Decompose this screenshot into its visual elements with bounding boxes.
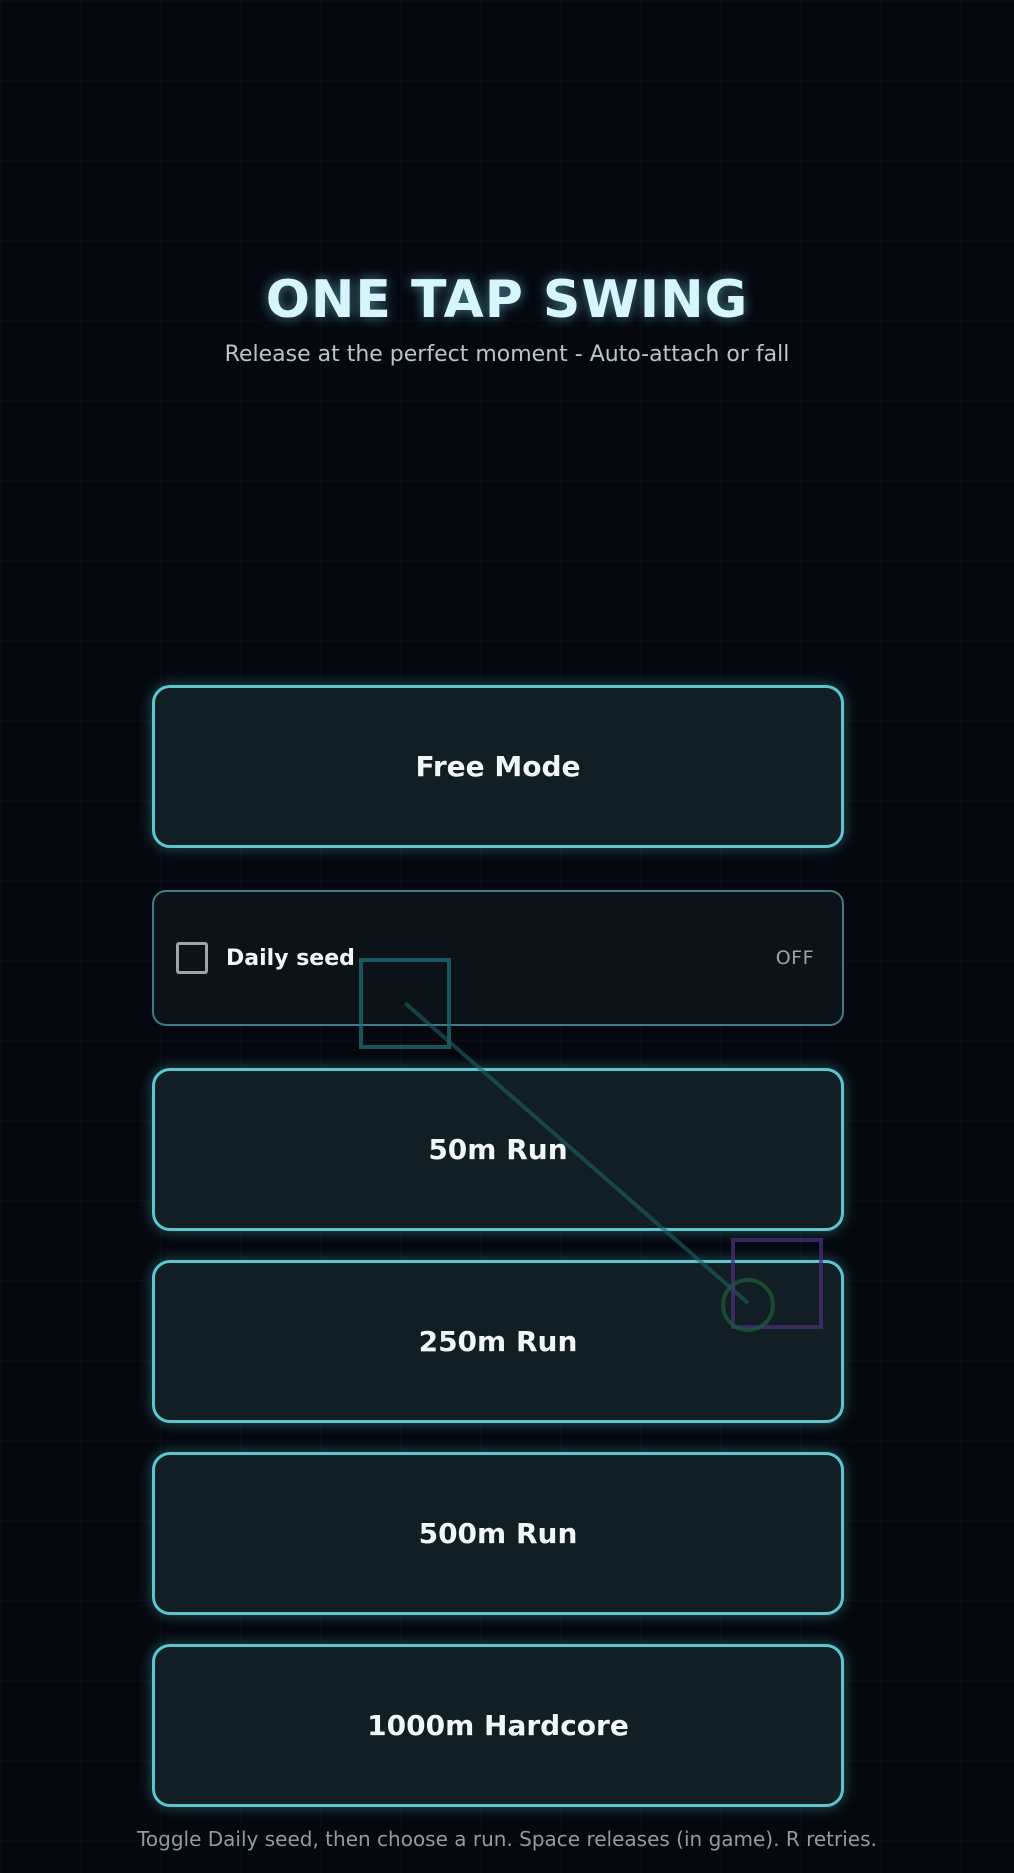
daily-seed-state: OFF: [775, 947, 814, 969]
daily-seed-checkbox[interactable]: [176, 942, 208, 974]
game-subtitle: Release at the perfect moment - Auto-att…: [224, 342, 790, 367]
run-50m-button[interactable]: 50m Run: [152, 1068, 844, 1231]
run-500m-button[interactable]: 500m Run: [152, 1452, 844, 1615]
game-title: ONE TAP SWING: [265, 270, 749, 330]
run-250m-button[interactable]: 250m Run: [152, 1260, 844, 1423]
daily-seed-toggle[interactable]: Daily seed OFF: [152, 890, 844, 1026]
run-1000m-hardcore-button[interactable]: 1000m Hardcore: [152, 1644, 844, 1807]
daily-seed-label: Daily seed: [226, 945, 355, 971]
free-mode-button[interactable]: Free Mode: [152, 685, 844, 848]
controls-hint: Toggle Daily seed, then choose a run. Sp…: [137, 1827, 877, 1851]
